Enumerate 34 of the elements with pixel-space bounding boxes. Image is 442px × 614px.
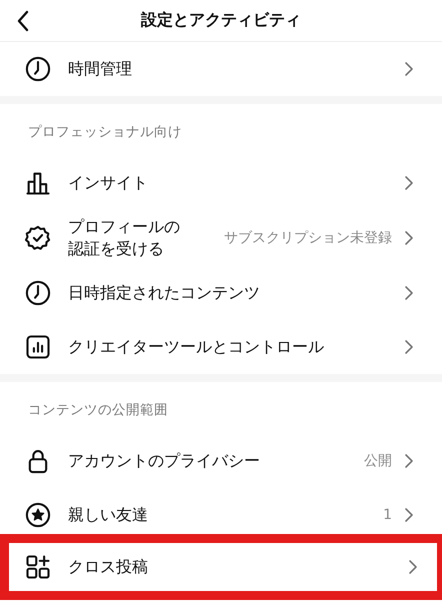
- clock-icon: [24, 279, 52, 307]
- chevron-right-icon: [404, 230, 414, 246]
- settings-row[interactable]: インサイト: [0, 156, 442, 210]
- row-label: 親しい友達: [68, 504, 149, 526]
- settings-row[interactable]: 日時指定されたコンテンツ: [0, 266, 442, 320]
- chevron-right-icon: [404, 339, 414, 355]
- row-label: クロス投稿: [68, 556, 149, 578]
- row-label: プロフィールの認証を受ける: [68, 216, 181, 260]
- grid-plus-icon: [24, 553, 52, 581]
- chevron-right-icon: [404, 61, 414, 77]
- chevron-right-icon: [404, 453, 414, 469]
- chart-icon: [24, 333, 52, 361]
- row-label: 日時指定されたコンテンツ: [68, 282, 261, 304]
- page-title: 設定とアクティビティ: [141, 10, 301, 31]
- settings-row[interactable]: クリエイターツールとコントロール: [0, 320, 442, 374]
- section-heading: プロフェッショナル向け: [27, 123, 183, 142]
- chevron-right-icon: [404, 285, 414, 301]
- verified-badge-icon: [24, 224, 52, 252]
- row-label: インサイト: [68, 172, 149, 194]
- row-value: サブスクリプション未登録: [224, 229, 392, 247]
- row-value: 公開: [364, 452, 392, 470]
- chevron-right-icon: [404, 507, 414, 523]
- row-label: アカウントのプライバシー: [68, 450, 261, 472]
- highlighted-settings-row[interactable]: クロス投稿: [0, 534, 442, 600]
- row-label: クリエイターツールとコントロール: [68, 336, 325, 358]
- row-value: 1: [383, 507, 392, 523]
- settings-row[interactable]: プロフィールの認証を受ける サブスクリプション未登録: [0, 210, 442, 266]
- clock-icon: [24, 55, 52, 83]
- chevron-right-icon: [404, 175, 414, 191]
- section-heading: コンテンツの公開範囲: [27, 401, 169, 420]
- settings-row[interactable]: 時間管理: [0, 42, 442, 96]
- row-label: 時間管理: [68, 58, 133, 80]
- chevron-right-icon: [408, 559, 418, 575]
- settings-row[interactable]: アカウントのプライバシー 公開: [0, 434, 442, 488]
